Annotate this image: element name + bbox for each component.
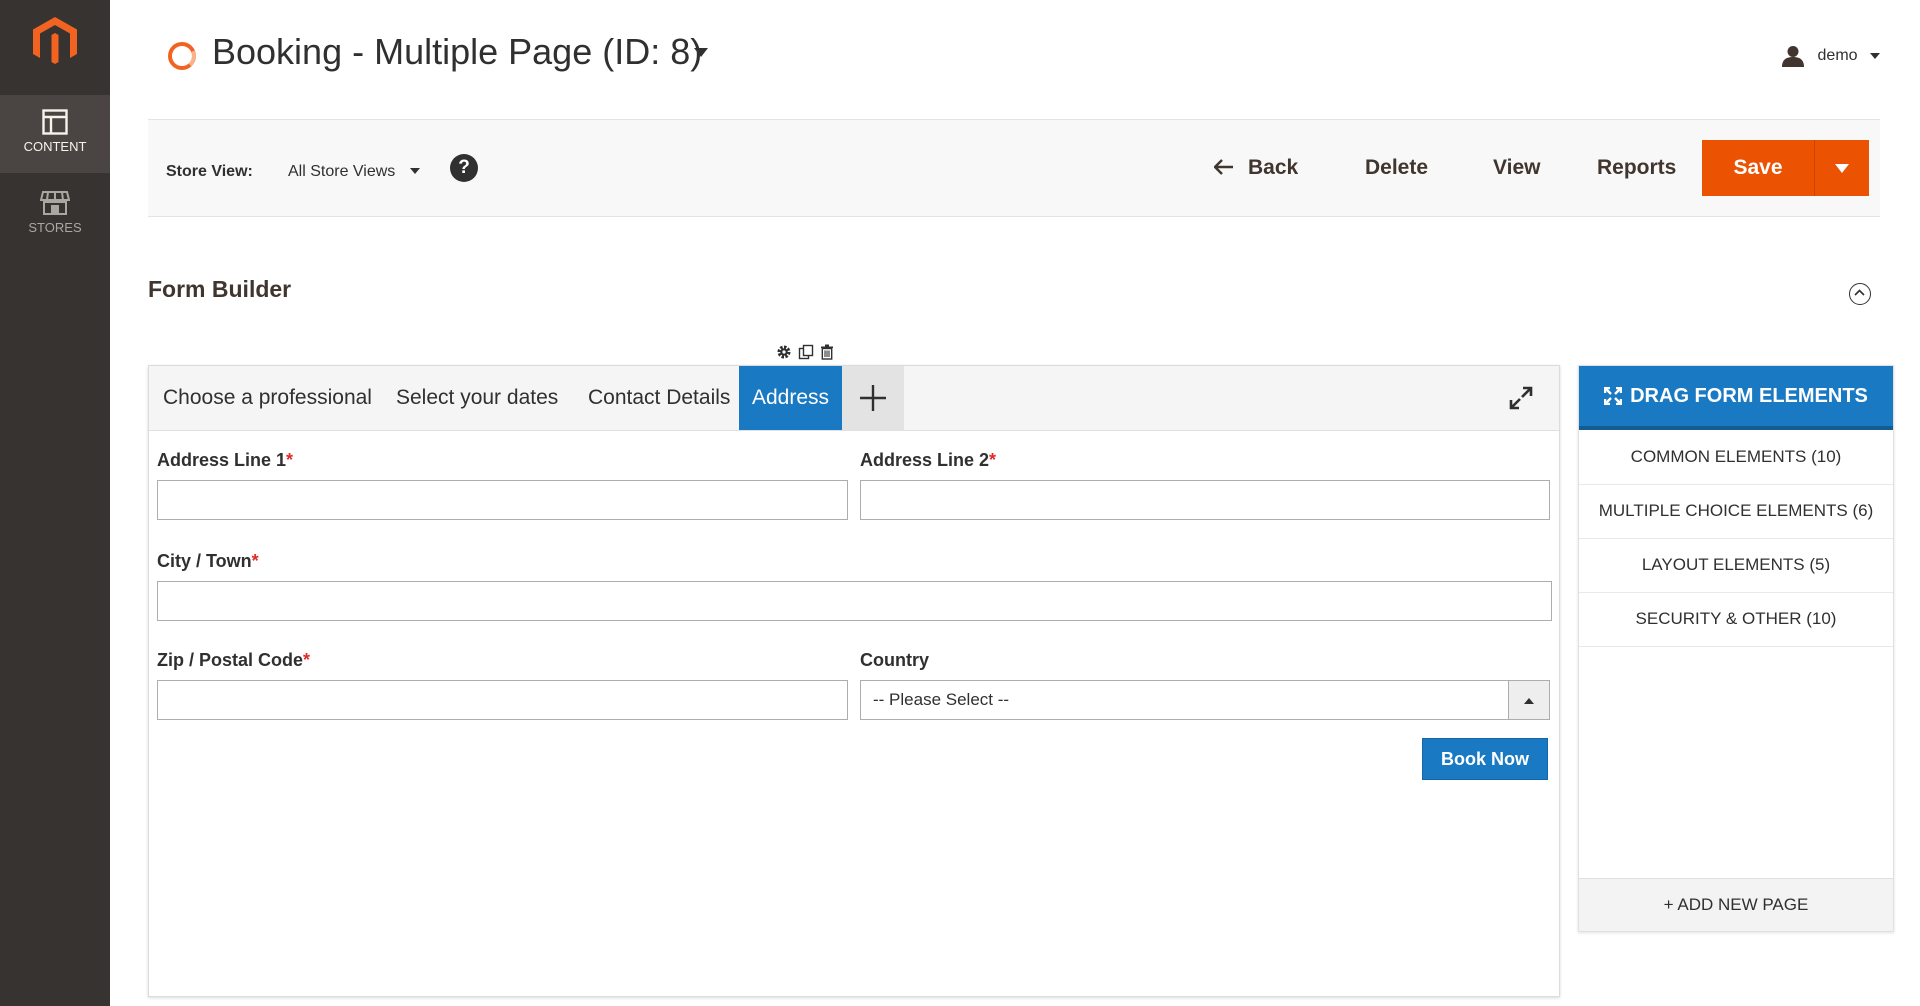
help-icon[interactable]: ? <box>450 154 478 182</box>
required-marker: * <box>989 450 997 470</box>
chevron-down-icon <box>1835 163 1849 173</box>
delete-button[interactable]: Delete <box>1365 156 1428 180</box>
plus-icon <box>860 385 886 411</box>
country-select[interactable]: -- Please Select -- <box>860 680 1550 720</box>
user-name: demo <box>1817 47 1858 64</box>
city-town-label: City / Town* <box>157 551 259 571</box>
country-label: Country <box>860 650 929 670</box>
tab-select-your-dates[interactable]: Select your dates <box>396 366 558 430</box>
address-line-2-label: Address Line 2* <box>860 450 997 470</box>
stores-icon <box>40 191 70 215</box>
common-elements-item[interactable]: COMMON ELEMENTS (10) <box>1579 430 1893 485</box>
back-button[interactable]: Back <box>1213 156 1299 180</box>
country-selected-value: -- Please Select -- <box>873 690 1010 709</box>
sidebar-item-stores[interactable]: STORES <box>0 176 110 254</box>
store-view-switcher[interactable]: All Store Views <box>288 163 420 181</box>
sidebar-item-label: CONTENT <box>23 139 87 154</box>
multiple-choice-elements-item[interactable]: MULTIPLE CHOICE ELEMENTS (6) <box>1579 484 1893 539</box>
user-menu[interactable]: demo <box>1781 45 1880 67</box>
gear-icon[interactable] <box>776 344 792 360</box>
tab-contact-details[interactable]: Contact Details <box>588 366 730 430</box>
panel-header-label: DRAG FORM ELEMENTS <box>1630 384 1868 407</box>
address-line-1-label: Address Line 1* <box>157 450 294 470</box>
required-marker: * <box>303 650 311 670</box>
page-actions-bar: Store View: All Store Views ? Back Delet… <box>148 119 1880 217</box>
reports-button[interactable]: Reports <box>1597 156 1676 180</box>
select-toggle[interactable] <box>1508 681 1549 719</box>
back-label: Back <box>1248 156 1299 179</box>
store-view-value: All Store Views <box>288 163 396 180</box>
city-town-input[interactable] <box>157 581 1552 621</box>
zip-postal-code-input[interactable] <box>157 680 848 720</box>
page-tabs: Choose a professional Select your dates … <box>149 366 1559 431</box>
add-new-page-button[interactable]: + ADD NEW PAGE <box>1579 878 1893 931</box>
form-elements-panel: DRAG FORM ELEMENTS COMMON ELEMENTS (10) … <box>1578 365 1894 932</box>
address-line-1-input[interactable] <box>157 480 848 520</box>
tab-choose-a-professional[interactable]: Choose a professional <box>163 366 372 430</box>
collapse-section-icon[interactable] <box>1849 283 1871 305</box>
add-tab-button[interactable] <box>842 366 904 430</box>
zip-postal-code-label: Zip / Postal Code* <box>157 650 311 670</box>
arrow-left-icon <box>1213 159 1233 175</box>
copy-icon[interactable] <box>798 344 814 360</box>
sidebar-item-label: STORES <box>28 220 82 235</box>
magento-logo-icon[interactable] <box>29 15 81 67</box>
view-button[interactable]: View <box>1493 156 1540 180</box>
expand-icon[interactable] <box>1509 386 1533 410</box>
save-button[interactable]: Save <box>1702 140 1814 196</box>
required-marker: * <box>286 450 294 470</box>
tab-address[interactable]: Address <box>739 366 842 430</box>
tab-tools <box>776 344 834 360</box>
arrows-expand-icon <box>1604 387 1623 405</box>
chevron-down-icon <box>409 168 420 175</box>
loading-ring-icon <box>168 42 196 70</box>
admin-sidebar: CONTENT STORES <box>0 0 110 1006</box>
save-options-toggle[interactable] <box>1814 140 1869 196</box>
address-line-2-input[interactable] <box>860 480 1550 520</box>
chevron-down-icon <box>1870 52 1880 59</box>
required-marker: * <box>251 551 259 571</box>
layout-elements-item[interactable]: LAYOUT ELEMENTS (5) <box>1579 538 1893 593</box>
save-button-group: Save <box>1702 140 1869 196</box>
chevron-up-icon <box>1854 289 1865 296</box>
book-now-button[interactable]: Book Now <box>1422 738 1548 780</box>
page-header: Booking - Multiple Page (ID: 8) demo <box>110 0 1920 110</box>
content-icon <box>42 109 68 135</box>
drag-form-elements-header[interactable]: DRAG FORM ELEMENTS <box>1579 366 1893 430</box>
form-builder-canvas: Choose a professional Select your dates … <box>148 365 1560 997</box>
sidebar-item-content[interactable]: CONTENT <box>0 95 110 173</box>
trash-icon[interactable] <box>820 344 834 360</box>
section-title: Form Builder <box>148 276 292 302</box>
chevron-up-icon <box>1524 697 1534 704</box>
title-dropdown-caret-icon[interactable] <box>694 48 708 58</box>
security-other-item[interactable]: SECURITY & OTHER (10) <box>1579 592 1893 647</box>
store-view-label: Store View: <box>166 163 253 180</box>
page-title: Booking - Multiple Page (ID: 8) <box>212 31 703 72</box>
user-icon <box>1782 46 1805 67</box>
